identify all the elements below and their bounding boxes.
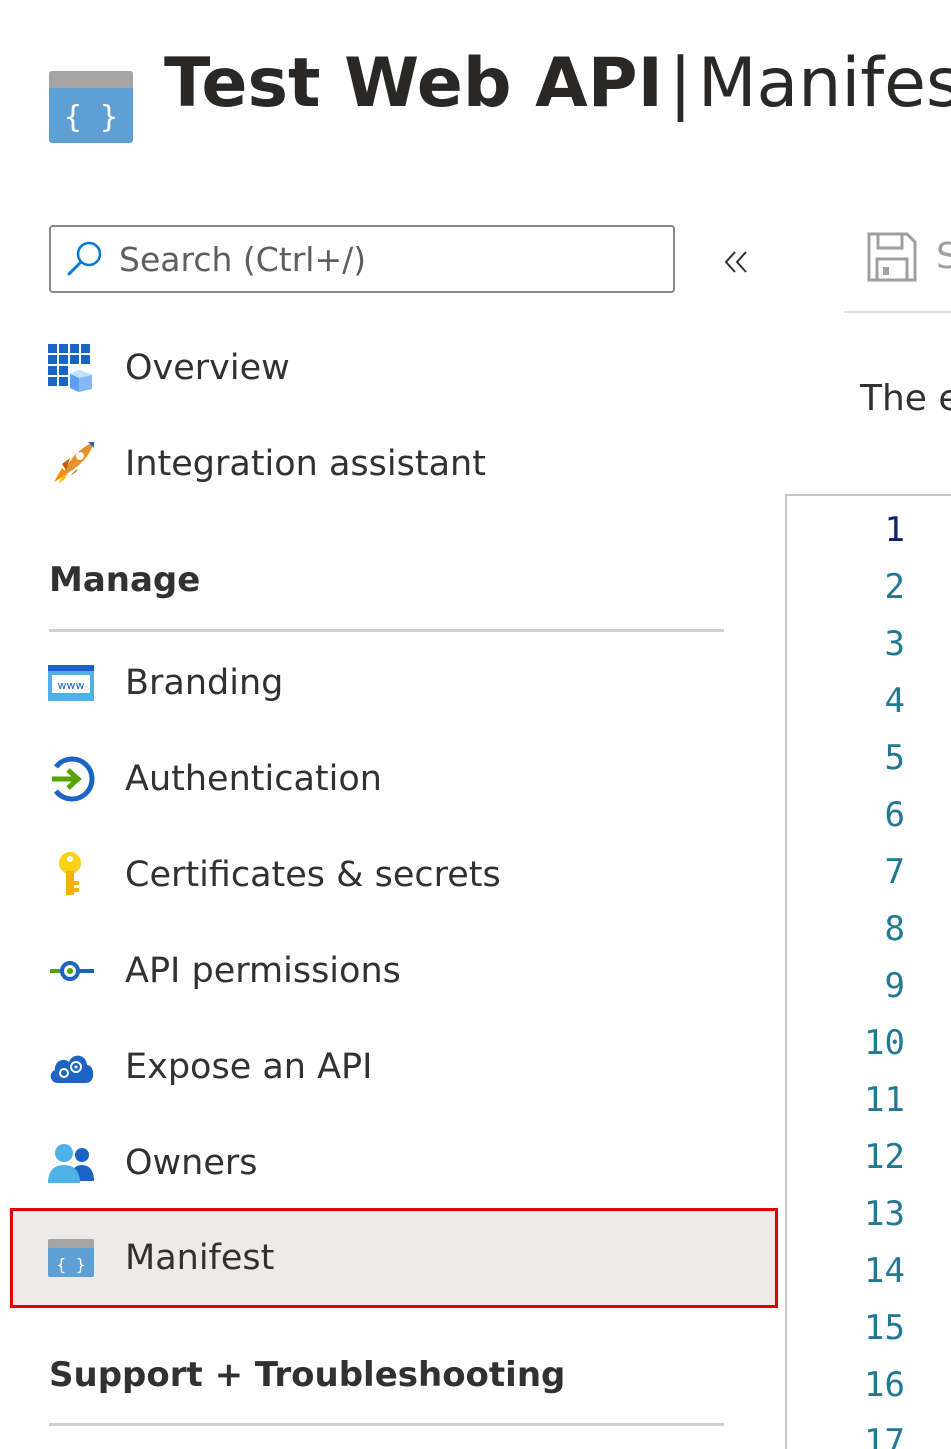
line-number: 17 [864,1422,905,1449]
sidebar-item-integration-assistant[interactable]: Integration assistant [12,416,776,512]
search-box[interactable] [49,225,675,293]
svg-text:{ }: { } [64,100,118,135]
overview-grid-icon [48,344,92,392]
sidebar-item-label: API permissions [125,951,401,991]
manifest-description: The e [860,378,951,419]
section-divider [49,1423,724,1426]
line-number: 10 [864,1023,905,1063]
sidebar-item-overview[interactable]: Overview [12,320,776,416]
editor-line-numbers: 1 2 3 4 5 6 7 8 9 10 11 12 13 14 15 16 1… [864,502,905,1449]
line-number: 13 [864,1194,905,1234]
sidebar-item-label: Certificates & secrets [125,855,501,895]
owners-people-icon [48,1144,94,1183]
manifest-editor[interactable]: 1 2 3 4 5 6 7 8 9 10 11 12 13 14 15 16 1… [785,494,951,1449]
sidebar-item-manifest[interactable]: { } Manifest [10,1208,778,1308]
line-number: 16 [864,1365,905,1405]
search-icon [67,241,102,276]
sidebar-item-label: Branding [125,663,284,703]
rocket-icon [54,442,94,484]
sidebar-item-certificates-secrets[interactable]: Certificates & secrets [12,827,776,923]
blade-title: Manifest [697,44,951,123]
line-number: 11 [864,1080,905,1120]
save-disk-icon[interactable] [866,231,918,283]
key-icon [59,852,81,895]
line-number: 3 [884,624,905,664]
app-name: Test Web API [164,44,663,123]
cloud-gear-icon [50,1055,94,1083]
sidebar-item-label: Integration assistant [125,444,486,484]
line-number: 5 [884,738,905,778]
line-number: 1 [884,510,905,550]
line-number: 15 [864,1308,905,1348]
search-input[interactable] [117,238,673,280]
line-number: 6 [884,795,905,835]
line-number: 4 [884,681,905,721]
line-number: 12 [864,1137,905,1177]
sidebar-item-label: Overview [125,348,290,388]
sidebar-item-label: Manifest [125,1238,275,1278]
title-separator: | [668,44,692,123]
manifest-icon: { } [48,1239,94,1277]
page-title: Test Web API|Manifest [164,40,951,128]
line-number: 14 [864,1251,905,1291]
line-number: 9 [884,966,905,1006]
sidebar-item-label: Authentication [125,759,382,799]
sidebar-item-api-permissions[interactable]: API permissions [12,923,776,1019]
sidebar-item-label: Expose an API [125,1047,373,1087]
line-number: 2 [884,567,905,607]
svg-text:www: www [58,679,85,692]
sidebar-item-label: Owners [125,1143,258,1183]
sidebar-item-branding[interactable]: www Branding [12,635,776,731]
collapse-sidebar-button[interactable] [714,240,758,284]
line-number: 7 [884,852,905,892]
www-window-icon: www [48,665,94,701]
svg-text:{ }: { } [57,1255,86,1274]
sidebar-item-expose-an-api[interactable]: Expose an API [12,1019,776,1115]
line-number: 8 [884,909,905,949]
app-registration-page: { } Test Web API|Manifest [0,0,951,1449]
app-manifest-icon: { } [49,71,133,143]
double-chevron-left-icon [724,251,747,273]
sidebar-item-owners[interactable]: Owners [12,1115,776,1211]
toolbar-divider [844,311,951,313]
save-button-label[interactable]: S [936,236,951,277]
section-divider [49,629,724,632]
section-header-manage: Manage [49,560,201,600]
section-header-support: Support + Troubleshooting [49,1355,566,1395]
sidebar-item-authentication[interactable]: Authentication [12,731,776,827]
api-permissions-icon [50,961,94,981]
authentication-arrow-icon [52,756,95,802]
